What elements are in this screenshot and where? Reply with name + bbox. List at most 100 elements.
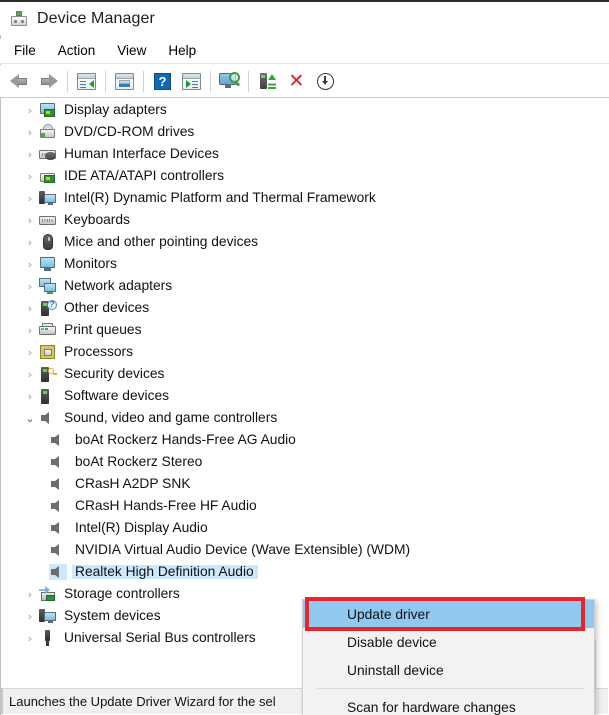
chevron-right-icon[interactable]: ›: [21, 237, 39, 248]
system-device-icon: [39, 608, 57, 624]
tree-item-label: boAt Rockerz Stereo: [75, 453, 203, 469]
tree-item-realtek-high-definition-audio[interactable]: Realtek High Definition Audio: [1, 561, 608, 583]
forward-arrow-icon: [39, 73, 58, 89]
tree-item-label: Universal Serial Bus controllers: [64, 629, 256, 645]
chevron-right-icon[interactable]: ›: [21, 633, 39, 644]
context-menu-item-disable-device[interactable]: Disable device: [303, 628, 594, 656]
tree-item-label: Sound, video and game controllers: [64, 409, 278, 425]
forward-button[interactable]: [35, 68, 62, 94]
device-manager-window: Device Manager File Action View Help ? ✕…: [0, 0, 609, 715]
tree-item-keyboards[interactable]: › Keyboards: [1, 209, 608, 231]
chevron-right-icon[interactable]: ›: [21, 215, 39, 226]
tree-item-label: Display adapters: [64, 101, 167, 117]
context-menu-item-uninstall-device[interactable]: Uninstall device: [303, 656, 594, 684]
update-driver-button[interactable]: [254, 68, 281, 94]
tree-item-monitors[interactable]: › Monitors: [1, 253, 608, 275]
update-driver-icon: [259, 72, 277, 90]
audio-device-icon: [49, 520, 67, 536]
tree-item-display-adapters[interactable]: › Display adapters: [1, 99, 608, 121]
chevron-right-icon[interactable]: ›: [21, 369, 39, 380]
tree-item-label: Other devices: [64, 299, 150, 315]
chevron-right-icon[interactable]: ›: [21, 325, 39, 336]
tree-item-label: Intel(R) Dynamic Platform and Thermal Fr…: [64, 189, 376, 205]
tree-item-label: Print queues: [64, 321, 142, 337]
network-adapter-icon: [39, 278, 57, 294]
device-manager-icon: [10, 10, 28, 28]
chevron-right-icon[interactable]: ›: [21, 303, 39, 314]
tree-item-ide-ata-atapi-controllers[interactable]: › IDE ATA/ATAPI controllers: [1, 165, 608, 187]
tree-item-boat-rockerz-hands-free-ag-audio[interactable]: boAt Rockerz Hands-Free AG Audio: [1, 429, 608, 451]
tree-item-label: IDE ATA/ATAPI controllers: [64, 167, 224, 183]
tree-item-crash-a2dp-snk[interactable]: CRasH A2DP SNK: [1, 473, 608, 495]
chevron-right-icon[interactable]: ›: [21, 611, 39, 622]
menu-file[interactable]: File: [3, 41, 47, 61]
audio-device-icon: [49, 542, 67, 558]
tree-item-network-adapters[interactable]: › Network adapters: [1, 275, 608, 297]
tree-item-label: Software devices: [64, 387, 170, 403]
tree-item-dvd-cd-rom-drives[interactable]: › DVD/CD-ROM drives: [1, 121, 608, 143]
tree-item-human-interface-devices[interactable]: › Human Interface Devices: [1, 143, 608, 165]
chevron-right-icon[interactable]: ›: [21, 347, 39, 358]
help-icon: ?: [154, 72, 171, 90]
audio-device-icon: [49, 432, 67, 448]
chevron-right-icon[interactable]: ›: [21, 589, 39, 600]
context-menu-item-scan-for-hardware-changes[interactable]: Scan for hardware changes: [303, 693, 594, 715]
back-button[interactable]: [6, 68, 33, 94]
toolbar-separator: [67, 70, 68, 92]
tree-item-label: Keyboards: [64, 211, 130, 227]
properties-button[interactable]: [111, 68, 138, 94]
help-button[interactable]: ?: [149, 68, 176, 94]
chevron-right-icon[interactable]: ›: [21, 171, 39, 182]
show-hide-action-pane-button[interactable]: [178, 68, 205, 94]
window-right-gutter: [595, 640, 602, 688]
chevron-right-icon[interactable]: ›: [21, 149, 39, 160]
toolbar-separator: [143, 70, 144, 92]
chevron-right-icon[interactable]: ›: [21, 281, 39, 292]
chevron-right-icon[interactable]: ›: [21, 127, 39, 138]
tree-item-security-devices[interactable]: › Security devices: [1, 363, 608, 385]
show-hide-console-tree-button[interactable]: [73, 68, 100, 94]
tree-item-label: Monitors: [64, 255, 117, 271]
audio-device-icon: [49, 476, 67, 492]
device-tree[interactable]: › Display adapters › DVD/CD-ROM drives ›…: [1, 99, 608, 686]
tree-item-sound-video-and-game-controllers[interactable]: ⌄ Sound, video and game controllers: [1, 407, 608, 429]
context-menu[interactable]: Update driver Disable device Uninstall d…: [302, 599, 595, 715]
disable-device-button[interactable]: [312, 68, 339, 94]
menu-action[interactable]: Action: [47, 41, 107, 61]
chevron-down-icon[interactable]: ⌄: [21, 413, 39, 424]
tree-item-label: CRasH Hands-Free HF Audio: [75, 497, 257, 513]
chevron-right-icon[interactable]: ›: [21, 193, 39, 204]
toolbar-separator: [105, 70, 106, 92]
tree-item-label: Realtek High Definition Audio: [75, 563, 254, 580]
human-interface-icon: [39, 146, 57, 162]
tree-item-intel-display-audio[interactable]: Intel(R) Display Audio: [1, 517, 608, 539]
tree-item-nvidia-virtual-audio-device[interactable]: NVIDIA Virtual Audio Device (Wave Extens…: [1, 539, 608, 561]
chevron-right-icon[interactable]: ›: [21, 259, 39, 270]
uninstall-device-button[interactable]: ✕: [283, 68, 310, 94]
status-bar-text: Launches the Update Driver Wizard for th…: [9, 694, 276, 709]
tree-item-label: Security devices: [64, 365, 165, 381]
tree-item-boat-rockerz-stereo[interactable]: boAt Rockerz Stereo: [1, 451, 608, 473]
scan-for-hardware-changes-button[interactable]: [216, 68, 243, 94]
tree-item-mice-and-other-pointing-devices[interactable]: › Mice and other pointing devices: [1, 231, 608, 253]
tree-item-label: CRasH A2DP SNK: [75, 475, 191, 491]
chevron-right-icon[interactable]: ›: [21, 105, 39, 116]
toolbar: ? ✕: [0, 65, 609, 98]
usb-controller-icon: [39, 630, 57, 646]
tree-item-crash-hands-free-hf-audio[interactable]: CRasH Hands-Free HF Audio: [1, 495, 608, 517]
tree-item-intel-dynamic-platform-thermal-framework[interactable]: › Intel(R) Dynamic Platform and Thermal …: [1, 187, 608, 209]
context-menu-item-update-driver[interactable]: Update driver: [303, 600, 594, 628]
menu-view[interactable]: View: [106, 41, 157, 61]
tree-item-processors[interactable]: › Processors: [1, 341, 608, 363]
tree-item-label: NVIDIA Virtual Audio Device (Wave Extens…: [75, 541, 411, 557]
chevron-right-icon[interactable]: ›: [21, 391, 39, 402]
tree-item-other-devices[interactable]: › ? Other devices: [1, 297, 608, 319]
menu-help[interactable]: Help: [157, 41, 207, 61]
security-device-icon: [39, 366, 57, 382]
audio-device-icon: [49, 498, 67, 514]
tree-item-label: Mice and other pointing devices: [64, 233, 259, 249]
tree-item-software-devices[interactable]: › Software devices: [1, 385, 608, 407]
tree-item-label: Human Interface Devices: [64, 145, 219, 161]
tree-item-print-queues[interactable]: › Print queues: [1, 319, 608, 341]
show-hide-action-pane-icon: [182, 72, 201, 90]
